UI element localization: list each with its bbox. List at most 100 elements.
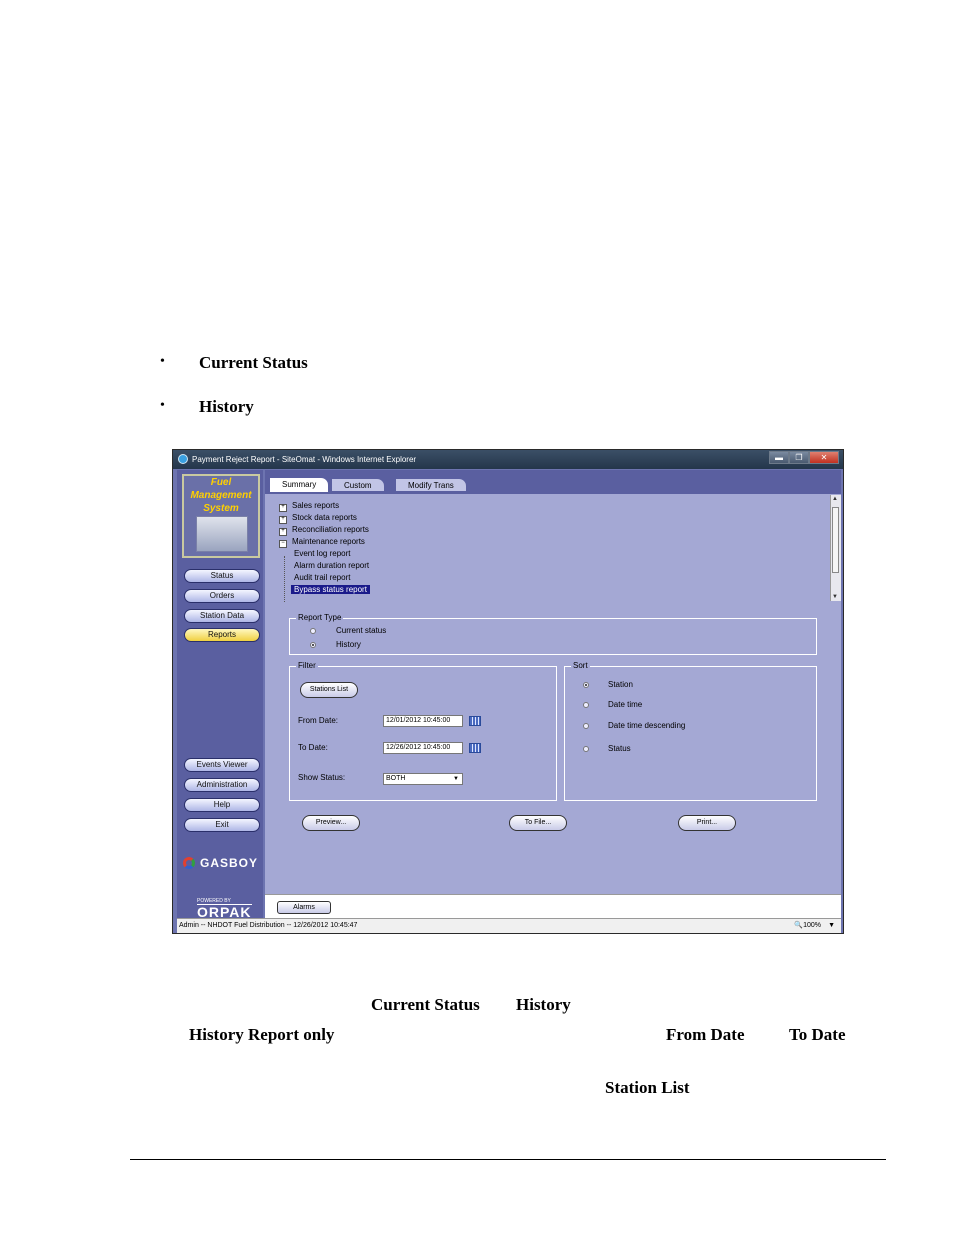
sidebar: Fuel Management System Status Orders Sta… (177, 470, 263, 920)
sort-title: Sort (571, 661, 590, 670)
tree-scrollbar[interactable]: ▲ ▼ (830, 495, 841, 601)
calendar-icon[interactable] (469, 716, 481, 726)
zoom-icon: 🔍 (794, 922, 804, 929)
nav-exit-button[interactable]: Exit (184, 818, 260, 832)
gasboy-logo: GASBOY (183, 856, 258, 870)
bullet-current-status: Current Status (199, 353, 308, 372)
label-sort-date-time-desc: Date time descending (608, 721, 686, 730)
expand-plus-icon[interactable]: + (279, 528, 287, 536)
scroll-up-icon[interactable]: ▲ (832, 496, 838, 502)
term-current-status: Current Status (371, 995, 480, 1014)
tree-node-reconciliation[interactable]: + Reconciliation reports (279, 525, 369, 536)
expand-plus-icon[interactable]: + (279, 516, 287, 524)
show-status-select[interactable]: BOTH ▼ (383, 773, 463, 785)
tree-selected-label: Bypass status report (291, 585, 370, 594)
alarms-button[interactable]: Alarms (277, 901, 331, 914)
tree-connector (284, 556, 285, 602)
preview-button[interactable]: Preview... (302, 815, 360, 831)
term-to-date: To Date (789, 1025, 846, 1044)
scroll-thumb[interactable] (832, 507, 839, 573)
tab-custom[interactable]: Custom (331, 478, 385, 492)
label-history: History (336, 640, 361, 649)
gasboy-text: GASBOY (200, 856, 259, 870)
bullet-symbol: • (160, 398, 165, 413)
alarms-bar: Alarms (265, 894, 841, 919)
main-panel: Summary Custom Modify Trans + Sales repor… (265, 470, 841, 919)
logo-line: System (203, 503, 239, 514)
tab-summary[interactable]: Summary (269, 477, 330, 493)
tree-label: Reconciliation reports (292, 525, 369, 534)
browser-window: Payment Reject Report - SiteOmat - Windo… (172, 449, 844, 934)
radio-sort-date-time-desc[interactable] (583, 723, 589, 729)
maximize-button[interactable]: ❐ (789, 451, 809, 464)
nav-station-data-button[interactable]: Station Data (184, 609, 260, 623)
zoom-level[interactable]: 🔍100% (794, 919, 821, 932)
ie-icon (178, 454, 188, 464)
radio-sort-station[interactable] (583, 682, 589, 688)
radio-sort-status[interactable] (583, 746, 589, 752)
close-button[interactable]: ✕ (809, 451, 839, 464)
tree-label: Maintenance reports (292, 537, 365, 546)
expand-plus-icon[interactable]: + (279, 504, 287, 512)
label-sort-date-time: Date time (608, 700, 643, 709)
print-button[interactable]: Print... (678, 815, 736, 831)
calendar-icon[interactable] (469, 743, 481, 753)
filter-title: Filter (296, 661, 318, 670)
bullet-history: History (199, 397, 254, 416)
nav-administration-button[interactable]: Administration (184, 778, 260, 792)
gasboy-ring-icon (183, 857, 195, 869)
term-station-list: Station List (605, 1078, 690, 1097)
status-text: Admin -- NHDOT Fuel Distribution -- 12/2… (179, 922, 358, 929)
tree-label: Stock data reports (292, 513, 357, 522)
label-sort-station: Station (608, 680, 633, 689)
radio-current-status[interactable] (310, 628, 316, 634)
footer-rule (130, 1159, 886, 1160)
term-history-report-only: History Report only (189, 1025, 335, 1044)
tree-node-audit-trail[interactable]: Audit trail report (294, 573, 350, 582)
stations-list-button[interactable]: Stations List (300, 682, 358, 698)
radio-history[interactable] (310, 642, 316, 648)
tree-node-stock[interactable]: + Stock data reports (279, 513, 357, 524)
term-from-date: From Date (666, 1025, 745, 1044)
zoom-dropdown-icon[interactable]: ▼ (828, 919, 835, 932)
sort-group: Sort Station Date time Date time descend… (564, 661, 817, 801)
from-date-label: From Date: (298, 716, 339, 725)
show-status-value: BOTH (386, 775, 406, 782)
nav-help-button[interactable]: Help (184, 798, 260, 812)
tree-node-sales[interactable]: + Sales reports (279, 501, 339, 512)
nav-status-button[interactable]: Status (184, 569, 260, 583)
scroll-down-icon[interactable]: ▼ (832, 594, 838, 600)
tree-node-maintenance[interactable]: − Maintenance reports (279, 537, 365, 548)
collapse-minus-icon[interactable]: − (279, 540, 287, 548)
label-sort-status: Status (608, 744, 631, 753)
from-date-input[interactable]: 12/01/2012 10:45:00 (383, 715, 463, 727)
logo-line: Fuel (210, 477, 232, 488)
nav-events-viewer-button[interactable]: Events Viewer (184, 758, 260, 772)
logo-image (196, 516, 248, 552)
window-title: Payment Reject Report - SiteOmat - Windo… (192, 455, 417, 464)
window-titlebar: Payment Reject Report - SiteOmat - Windo… (173, 450, 843, 469)
tree-node-alarm-duration[interactable]: Alarm duration report (294, 561, 369, 570)
to-date-label: To Date: (298, 743, 328, 752)
filter-group: Filter Stations List From Date: 12/01/20… (289, 661, 557, 801)
nav-orders-button[interactable]: Orders (184, 589, 260, 603)
term-history: History (516, 995, 571, 1014)
status-bar: Admin -- NHDOT Fuel Distribution -- 12/2… (177, 918, 841, 933)
report-type-title: Report Type (296, 613, 344, 622)
tree-node-event-log[interactable]: Event log report (294, 549, 350, 558)
tree-node-bypass-status[interactable]: Bypass status report (291, 585, 370, 594)
zoom-value: 100% (803, 922, 821, 929)
nav-reports-button[interactable]: Reports (184, 628, 260, 642)
orpak-logo: POWERED BY ORPAK (197, 898, 252, 920)
to-file-button[interactable]: To File... (509, 815, 567, 831)
tab-modify-trans[interactable]: Modify Trans (395, 478, 467, 492)
label-current-status: Current status (336, 626, 387, 635)
radio-sort-date-time[interactable] (583, 702, 589, 708)
tab-bar: Summary Custom Modify Trans (265, 470, 841, 494)
minimize-button[interactable]: ▬ (769, 451, 789, 464)
show-status-label: Show Status: (298, 773, 346, 782)
report-tree: + Sales reports + Stock data reports + Reco… (267, 495, 828, 602)
bullet-symbol: • (160, 354, 165, 369)
to-date-input[interactable]: 12/26/2012 10:45:00 (383, 742, 463, 754)
logo-line: Management (190, 490, 252, 501)
